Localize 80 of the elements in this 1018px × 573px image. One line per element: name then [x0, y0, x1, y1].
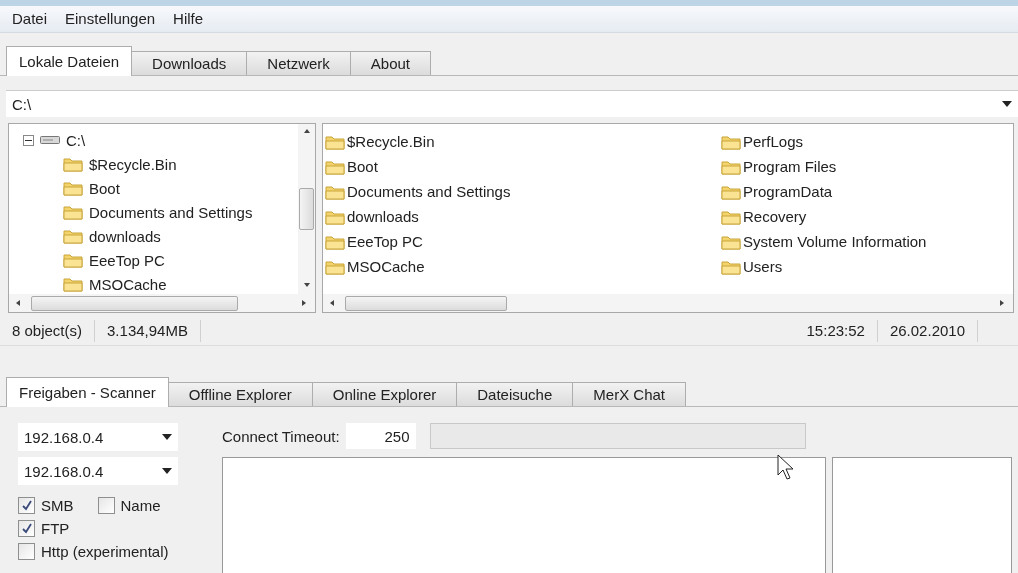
folder-icon	[721, 133, 741, 150]
scroll-thumb[interactable]	[31, 295, 238, 311]
folder-icon	[325, 183, 345, 200]
file-item[interactable]: Users	[743, 258, 783, 275]
status-date: 26.02.2010	[877, 320, 978, 342]
tab[interactable]: Online Explorer	[311, 382, 458, 406]
folder-icon	[721, 183, 741, 200]
scroll-thumb[interactable]	[345, 295, 507, 311]
tab[interactable]: Freigaben - Scanner	[6, 377, 169, 407]
tree-item[interactable]: EeeTop PC	[89, 251, 165, 269]
file-item[interactable]: Recovery	[743, 208, 807, 225]
file-item[interactable]: PerfLogs	[743, 133, 804, 150]
horizontal-scrollbar[interactable]	[323, 294, 1013, 312]
file-item[interactable]: Boot	[347, 158, 378, 175]
checkbox[interactable]	[97, 497, 115, 514]
folder-icon	[721, 158, 741, 175]
tree-item[interactable]: Documents and Settings	[89, 203, 253, 221]
folder-icon	[63, 156, 83, 172]
file-item[interactable]: $Recycle.Bin	[347, 133, 435, 150]
folder-icon	[325, 258, 345, 275]
folder-icon	[63, 228, 83, 244]
tree-item[interactable]: C:\	[66, 131, 86, 149]
ip-to-combo[interactable]: 192.168.0.4	[18, 457, 178, 485]
checkbox[interactable]	[18, 543, 35, 560]
caret-icon	[162, 468, 172, 474]
horizontal-scrollbar[interactable]	[9, 294, 315, 312]
checkbox[interactable]	[18, 520, 35, 537]
checkbox[interactable]	[18, 497, 35, 514]
tab[interactable]: Netzwerk	[246, 51, 351, 75]
timeout-label: Connect Timeout:	[222, 427, 340, 445]
tab[interactable]: Downloads	[131, 51, 248, 75]
scroll-left-icon[interactable]	[15, 299, 23, 307]
drive-icon	[40, 135, 60, 145]
menu-item[interactable]: Hilfe	[173, 10, 204, 28]
file-item[interactable]: Documents and Settings	[347, 183, 511, 200]
menu-item[interactable]: Datei	[12, 10, 48, 28]
folder-icon	[63, 180, 83, 196]
object-count: 8 object(s)	[0, 320, 96, 342]
file-item[interactable]: downloads	[347, 208, 419, 225]
scroll-thumb[interactable]	[299, 188, 314, 230]
tree-item[interactable]: MSOCache	[89, 275, 167, 293]
total-size: 3.134,94MB	[95, 320, 201, 342]
caret-icon	[162, 434, 172, 440]
tab[interactable]: Offline Explorer	[167, 382, 313, 406]
folder-icon	[63, 204, 83, 220]
file-item[interactable]: Program Files	[743, 158, 837, 175]
checkbox-label: SMB	[41, 496, 74, 516]
folder-icon	[721, 233, 741, 250]
tree-item[interactable]: $Recycle.Bin	[89, 155, 177, 173]
tab[interactable]: MerX Chat	[572, 382, 686, 406]
folder-icon	[63, 252, 83, 268]
tab[interactable]: Dateisuche	[456, 382, 574, 406]
tab[interactable]: Lokale Dateien	[6, 46, 133, 76]
tree-item[interactable]: Boot	[89, 179, 120, 197]
checkbox-label: Name	[120, 496, 161, 516]
timeout-field[interactable]: 250	[345, 423, 416, 449]
file-item[interactable]: ProgramData	[743, 183, 833, 200]
folder-icon	[721, 208, 741, 225]
path-combo[interactable]: C:\	[6, 90, 1018, 117]
tab[interactable]: About	[349, 51, 431, 75]
folder-icon	[721, 258, 741, 275]
scroll-up-icon[interactable]	[302, 128, 311, 136]
folder-icon	[325, 133, 345, 150]
status-time: 15:23:52	[794, 320, 878, 342]
folder-icon	[63, 276, 83, 292]
file-item[interactable]: MSOCache	[347, 258, 425, 275]
checkbox-label: Http (experimental)	[41, 542, 169, 562]
folder-icon	[325, 158, 345, 175]
folder-icon	[325, 233, 345, 250]
file-item[interactable]: System Volume Information	[743, 233, 927, 250]
caret-icon	[1002, 101, 1012, 107]
collapse-icon[interactable]	[23, 134, 34, 146]
ip-from-combo[interactable]: 192.168.0.4	[18, 423, 178, 451]
vertical-scrollbar[interactable]	[298, 124, 315, 294]
file-item[interactable]: EeeTop PC	[347, 233, 423, 250]
scroll-left-icon[interactable]	[329, 299, 337, 307]
tree-item[interactable]: downloads	[89, 227, 161, 245]
folder-icon	[325, 208, 345, 225]
menu-item[interactable]: Einstellungen	[65, 10, 156, 28]
checkbox-label: FTP	[41, 519, 70, 539]
